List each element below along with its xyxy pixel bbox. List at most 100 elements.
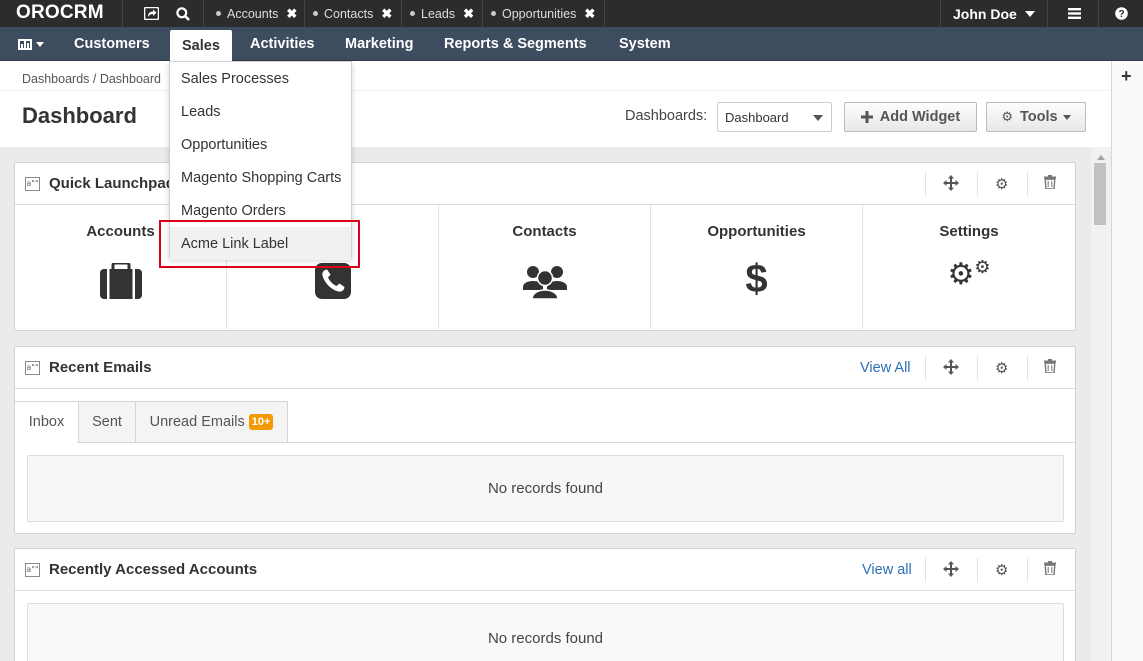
chevron-down-icon: [36, 41, 44, 47]
hamburger-icon[interactable]: [1060, 0, 1088, 27]
svg-text:?: ?: [1118, 9, 1124, 20]
menu-system[interactable]: System: [619, 27, 671, 61]
phone-icon: [314, 263, 351, 302]
widget-title: Quick Launchpad: [49, 175, 175, 192]
breadcrumb: Dashboards / Dashboard: [22, 72, 161, 86]
gear-icon: ⚙: [1001, 109, 1014, 125]
pin-dot-icon: [313, 11, 318, 16]
divider: [977, 558, 978, 582]
trash-icon[interactable]: [1044, 359, 1056, 376]
pinned-tab-label: Leads: [421, 6, 456, 21]
tools-label: Tools: [1020, 109, 1058, 125]
launchpad-item-settings[interactable]: Settings ⚙⚙: [863, 205, 1075, 329]
pinned-tab-accounts[interactable]: Accounts ✖: [208, 0, 304, 27]
widget-icon: a"": [25, 177, 40, 191]
page-body: Dashboards / Dashboard Dashboard Dashboa…: [0, 61, 1111, 661]
view-all-link[interactable]: View All: [860, 360, 911, 376]
gear-icon[interactable]: ⚙: [995, 561, 1008, 579]
move-icon[interactable]: [943, 175, 959, 194]
close-icon[interactable]: ✖: [381, 6, 392, 22]
menu-marketing[interactable]: Marketing: [345, 27, 414, 61]
widget-header[interactable]: a"" Recently Accessed Accounts View all …: [15, 549, 1075, 591]
app-logo[interactable]: OROCRM: [16, 2, 104, 24]
dashboard-menu[interactable]: [18, 27, 44, 61]
menu-sales[interactable]: Sales: [170, 30, 232, 61]
launchpad-item-label: Opportunities: [707, 223, 806, 240]
pinned-tab-label: Contacts: [324, 6, 374, 21]
menu-activities[interactable]: Activities: [250, 27, 314, 61]
close-icon[interactable]: ✖: [286, 6, 297, 22]
widget-title: Recent Emails: [49, 359, 152, 376]
view-all-link[interactable]: View all: [862, 562, 912, 578]
gear-icon[interactable]: ⚙: [995, 359, 1008, 377]
menu-customers[interactable]: Customers: [74, 27, 150, 61]
unread-count-badge: 10+: [248, 414, 274, 430]
close-icon[interactable]: ✖: [463, 6, 474, 22]
launchpad-item-contacts[interactable]: Contacts: [439, 205, 651, 329]
chevron-down-icon: [813, 115, 823, 121]
gears-icon: ⚙⚙: [947, 257, 991, 292]
launchpad-item-label: Contacts: [512, 223, 577, 240]
tab-inbox[interactable]: Inbox: [15, 401, 79, 443]
divider: [1098, 0, 1099, 27]
tab-sent[interactable]: Sent: [78, 401, 136, 443]
empty-state-message: No records found: [27, 455, 1064, 522]
user-name: John Doe: [953, 5, 1017, 22]
pin-dot-icon: [491, 11, 496, 16]
trash-icon[interactable]: [1044, 561, 1056, 578]
divider: [1027, 172, 1028, 196]
users-icon: [522, 263, 567, 304]
add-widget-label: Add Widget: [879, 109, 961, 125]
pin-dot-icon: [216, 11, 221, 16]
tab-unread-emails[interactable]: Unread Emails 10+: [135, 401, 288, 443]
plus-icon[interactable]: +: [1121, 66, 1132, 87]
menu-item-opportunities[interactable]: Opportunities: [170, 128, 351, 161]
top-bar: OROCRM Accounts ✖ Contacts ✖ Leads ✖ Opp…: [0, 0, 1143, 27]
move-icon[interactable]: [943, 359, 959, 378]
gear-icon[interactable]: ⚙: [995, 175, 1008, 193]
divider: [203, 0, 204, 27]
pinned-tab-contacts[interactable]: Contacts ✖: [305, 0, 401, 27]
divider: [122, 0, 123, 27]
dashboards-label: Dashboards:: [625, 108, 708, 124]
widget-icon: a"": [25, 361, 40, 375]
divider: [1047, 0, 1048, 27]
trash-icon[interactable]: [1044, 175, 1056, 192]
tools-button[interactable]: ⚙ Tools: [986, 102, 1086, 132]
side-panel: [1111, 61, 1143, 661]
scroll-up-icon[interactable]: [1097, 155, 1105, 160]
launchpad-item-opportunities[interactable]: Opportunities $: [651, 205, 863, 329]
divider: [604, 0, 605, 27]
add-widget-button[interactable]: Add Widget: [844, 102, 977, 132]
menu-reports-segments[interactable]: Reports & Segments: [444, 27, 587, 61]
help-icon[interactable]: ?: [1110, 0, 1132, 27]
launchpad-item-label: Settings: [939, 223, 999, 240]
dashboard-select-value: Dashboard: [725, 109, 789, 125]
widget-header[interactable]: a"" Recent Emails View All ⚙: [15, 347, 1075, 389]
pinned-tab-leads[interactable]: Leads ✖: [402, 0, 482, 27]
chevron-down-icon: [1024, 10, 1035, 17]
pinned-tab-label: Opportunities: [502, 6, 577, 21]
divider: [925, 172, 926, 196]
dashboard-select[interactable]: Dashboard: [717, 102, 832, 132]
pin-dot-icon: [410, 11, 415, 16]
menu-item-magento-shopping-carts[interactable]: Magento Shopping Carts: [170, 161, 351, 194]
divider: [925, 558, 926, 582]
page-title: Dashboard: [22, 103, 137, 128]
menu-item-sales-processes[interactable]: Sales Processes: [170, 62, 351, 95]
empty-state-message: No records found: [27, 603, 1064, 661]
search-icon[interactable]: [168, 0, 198, 27]
move-icon[interactable]: [943, 561, 959, 580]
highlight-annotation: [159, 220, 360, 268]
recent-accounts-widget: a"" Recently Accessed Accounts View all …: [14, 548, 1076, 661]
divider: [977, 356, 978, 380]
scrollbar-thumb[interactable]: [1094, 163, 1106, 225]
close-icon[interactable]: ✖: [584, 6, 595, 22]
pinned-tab-opportunities[interactable]: Opportunities ✖: [483, 0, 603, 27]
tab-label: Unread Emails: [149, 414, 245, 430]
widget-title: Recently Accessed Accounts: [49, 561, 258, 578]
share-icon[interactable]: [137, 0, 165, 27]
menu-item-leads[interactable]: Leads: [170, 95, 351, 128]
user-menu[interactable]: John Doe: [940, 0, 1047, 27]
plus-icon: [860, 111, 873, 123]
